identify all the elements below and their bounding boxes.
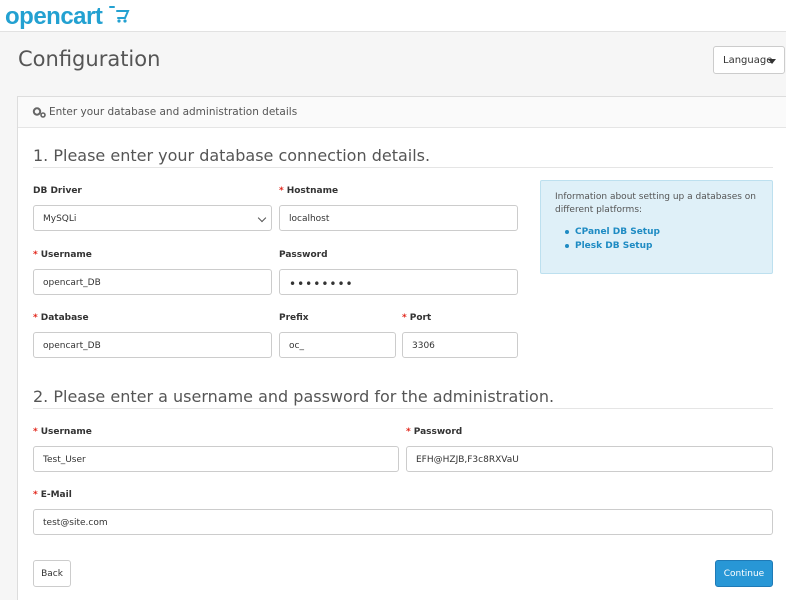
- page-title: Configuration: [18, 47, 161, 71]
- prefix-label: Prefix: [279, 313, 309, 323]
- caret-down-icon: [768, 59, 776, 64]
- hostname-input[interactable]: localhost: [279, 205, 518, 231]
- language-label: Language: [723, 55, 773, 66]
- info-links-list: CPanel DB Setup Plesk DB Setup: [555, 225, 758, 253]
- db-driver-select[interactable]: MySQLi: [33, 205, 272, 231]
- panel-heading-text: Enter your database and administration d…: [49, 106, 298, 118]
- admin-password-label: * Password: [406, 427, 463, 437]
- bullet-icon: [565, 244, 569, 248]
- plesk-db-setup-link[interactable]: Plesk DB Setup: [565, 239, 758, 253]
- language-dropdown-button[interactable]: Language: [713, 46, 785, 74]
- db-password-input[interactable]: ••••••••: [279, 269, 518, 295]
- database-label: * Database: [33, 313, 89, 323]
- section-1-divider: [33, 167, 773, 168]
- admin-password-input[interactable]: EFH@HZJB,F3c8RXVaU: [406, 446, 773, 472]
- continue-button[interactable]: Continue: [715, 560, 773, 587]
- bullet-icon: [565, 230, 569, 234]
- section-1-title: 1. Please enter your database connection…: [33, 146, 431, 165]
- configuration-panel: Enter your database and administration d…: [17, 96, 786, 600]
- top-bar: opencart: [0, 0, 786, 32]
- panel-heading: Enter your database and administration d…: [18, 97, 786, 128]
- cpanel-db-setup-link[interactable]: CPanel DB Setup: [565, 225, 758, 239]
- back-button[interactable]: Back: [33, 560, 71, 587]
- email-input[interactable]: test@site.com: [33, 509, 773, 535]
- database-input[interactable]: opencart_DB: [33, 332, 272, 358]
- opencart-logo[interactable]: opencart: [5, 3, 103, 31]
- email-label: * E-Mail: [33, 490, 72, 500]
- shopping-cart-icon: [109, 6, 130, 23]
- hostname-label: * Hostname: [279, 186, 339, 196]
- db-password-label: Password: [279, 250, 328, 260]
- prefix-input[interactable]: oc_: [279, 332, 396, 358]
- section-2-divider: [33, 408, 773, 409]
- admin-username-input[interactable]: Test_User: [33, 446, 399, 472]
- port-input[interactable]: 3306: [402, 332, 518, 358]
- chevron-down-icon: [257, 213, 267, 223]
- db-setup-info-box: Information about setting up a databases…: [540, 180, 773, 274]
- section-2-title: 2. Please enter a username and password …: [33, 387, 555, 406]
- db-username-label: * Username: [33, 250, 92, 260]
- db-username-input[interactable]: opencart_DB: [33, 269, 272, 295]
- admin-username-label: * Username: [33, 427, 92, 437]
- port-label: * Port: [402, 313, 432, 323]
- cogs-icon: [32, 107, 46, 118]
- info-text: Information about setting up a databases…: [555, 192, 756, 215]
- db-driver-label: DB Driver: [33, 186, 82, 196]
